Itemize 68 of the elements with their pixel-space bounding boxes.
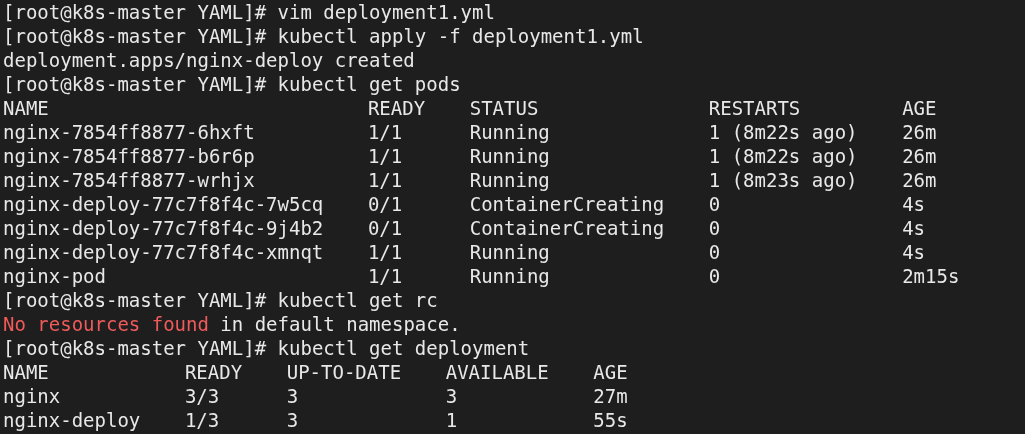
- column-header: READY: [184, 360, 243, 384]
- table-cell-text: nginx-7854ff8877-wrhjx: [3, 168, 256, 192]
- table-cell: nginx-deploy: [3, 408, 141, 432]
- table-cell-text: 26m: [902, 168, 938, 192]
- table-cell-text: 0: [708, 240, 722, 264]
- table-cell-text: 4s: [902, 216, 926, 240]
- table-cell-text: nginx-7854ff8877-6hxft: [3, 120, 256, 144]
- column-header: AGE: [902, 96, 938, 120]
- table-cell: 2m15s: [902, 264, 960, 288]
- table-cell-text: 1/1: [367, 240, 404, 264]
- column-header: NAME: [3, 360, 50, 384]
- table-cell: ContainerCreating: [469, 192, 665, 216]
- table-cell: ContainerCreating: [469, 216, 665, 240]
- table-cell-text: 0/1: [367, 216, 404, 240]
- shell-prompt: [root@k8s-master YAML]#: [3, 337, 267, 359]
- table-cell-text: 0/1: [367, 192, 404, 216]
- table-cell: 55s: [593, 408, 628, 432]
- table-cell-text: 26m: [902, 120, 938, 144]
- table-cell: 27m: [593, 384, 628, 408]
- table-cell-text: Running: [469, 144, 551, 168]
- table-cell-text: 1/1: [367, 264, 404, 288]
- table-cell-text: Running: [469, 264, 551, 288]
- table-cell-text: 4s: [902, 192, 926, 216]
- shell-prompt: [root@k8s-master YAML]#: [3, 25, 267, 47]
- table-cell-text: 3: [445, 384, 459, 408]
- command-text: kubectl get deployment: [277, 337, 530, 359]
- output-text: deployment.apps/nginx-deploy created: [3, 49, 415, 71]
- table-cell-text: 1/1: [367, 120, 404, 144]
- table-cell-text: nginx: [3, 384, 62, 408]
- table-cell: 1 (8m22s ago): [708, 120, 858, 144]
- table-cell-text: 1/3: [184, 408, 221, 432]
- table-cell: nginx-deploy-77c7f8f4c-xmnqt: [3, 240, 324, 264]
- table-cell-text: 26m: [902, 144, 938, 168]
- table-cell-text: 4s: [902, 240, 926, 264]
- column-header: NAME: [3, 96, 50, 120]
- column-header: AGE: [593, 360, 628, 384]
- column-header: STATUS: [469, 96, 540, 120]
- table-cell-text: 3/3: [184, 384, 221, 408]
- shell-prompt: [root@k8s-master YAML]#: [3, 73, 267, 95]
- table-cell-text: nginx-pod: [3, 264, 107, 288]
- error-text: No resources found: [3, 313, 209, 335]
- table-cell-text: 0: [708, 264, 722, 288]
- table-cell-text: Running: [469, 168, 551, 192]
- command-text: vim deployment1.yml: [277, 1, 495, 23]
- command-text: kubectl apply -f deployment1.yml: [277, 25, 644, 47]
- column-header: UP-TO-DATE: [286, 360, 402, 384]
- output-text: in default namespace.: [220, 313, 461, 335]
- table-cell-text: 1/1: [367, 168, 404, 192]
- table-cell-text: nginx-7854ff8877-b6r6p: [3, 144, 256, 168]
- table-cell-text: 0: [708, 192, 722, 216]
- table-cell-text: 1/1: [367, 144, 404, 168]
- table-cell-text: Running: [469, 120, 551, 144]
- column-header: AVAILABLE: [445, 360, 549, 384]
- table-cell: nginx-deploy-77c7f8f4c-7w5cq: [3, 192, 324, 216]
- table-cell: 1 (8m22s ago): [708, 144, 858, 168]
- table-cell-text: 0: [708, 216, 722, 240]
- table-cell: nginx-deploy-77c7f8f4c-9j4b2: [3, 216, 324, 240]
- command-text: kubectl get pods: [277, 73, 461, 95]
- column-header: READY: [367, 96, 426, 120]
- table-cell-text: 3: [286, 408, 300, 432]
- table-cell-text: 1: [445, 408, 459, 432]
- column-header: RESTARTS: [708, 96, 802, 120]
- shell-prompt: [root@k8s-master YAML]#: [3, 289, 267, 311]
- table-cell-text: Running: [469, 240, 551, 264]
- shell-prompt: [root@k8s-master YAML]#: [3, 1, 267, 23]
- command-text: kubectl get rc: [277, 289, 438, 311]
- table-cell: 1 (8m23s ago): [708, 168, 858, 192]
- table-cell-text: 3: [286, 384, 300, 408]
